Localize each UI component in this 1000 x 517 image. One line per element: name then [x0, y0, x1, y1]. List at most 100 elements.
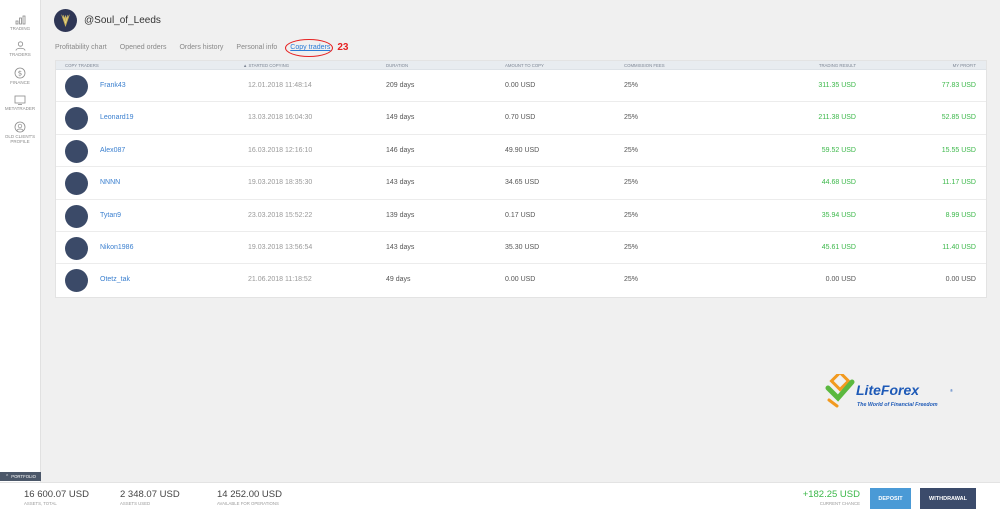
- amount-to-copy: 35.30 USD: [505, 243, 540, 251]
- amount-to-copy: 0.70 USD: [505, 114, 536, 122]
- my-profit: 11.40 USD: [942, 243, 976, 251]
- commission-fee: 25%: [624, 243, 639, 251]
- sidebar-item-metatrader[interactable]: METATRADER: [0, 93, 40, 111]
- trader-avatar[interactable]: [65, 269, 88, 293]
- amount-to-copy: 0.17 USD: [505, 211, 536, 219]
- started-copying: 23.03.2018 15:52:22: [248, 211, 313, 219]
- sidebar-item-old-profile[interactable]: OLD CLIENT'S PROFILE: [0, 119, 40, 144]
- trading-result: 45.61 USD: [821, 243, 856, 251]
- duration: 143 days: [386, 243, 415, 251]
- table-row[interactable]: Nikon1986 19.03.2018 13:56:54 143 days 3…: [56, 232, 986, 265]
- trader-name[interactable]: NNNN: [100, 179, 120, 186]
- available-label: AVAILABLE FOR OPERATIONS: [217, 501, 279, 506]
- tab-orders-history[interactable]: Orders history: [179, 44, 223, 51]
- column-header-commission[interactable]: COMMISSION FEES: [624, 63, 665, 68]
- sidebar-item-trading[interactable]: TRADING: [0, 13, 40, 31]
- logo-tagline: The World of Financial Freedom: [857, 402, 938, 408]
- logo-registered-mark: ®: [950, 388, 953, 393]
- tab-profitability-chart[interactable]: Profitability chart: [55, 44, 107, 51]
- portfolio-toggle[interactable]: ⌃ PORTFOLIO: [0, 472, 41, 481]
- trader-name[interactable]: Leonard19: [100, 114, 133, 121]
- my-profit: 52.85 USD: [941, 114, 976, 122]
- trader-avatar[interactable]: [65, 75, 88, 98]
- table-row[interactable]: Leonard19 13.03.2018 16:04:30 149 days 0…: [56, 102, 986, 135]
- traders-icon: [15, 41, 25, 51]
- amount-to-copy: 34.65 USD: [505, 179, 540, 187]
- trader-avatar[interactable]: [65, 139, 88, 163]
- duration: 49 days: [386, 276, 411, 284]
- sidebar-item-label: OLD CLIENT'S PROFILE: [4, 134, 36, 144]
- column-header-started[interactable]: ▲ STARTED COPYING: [243, 63, 289, 68]
- started-copying: 16.03.2018 12:16:10: [248, 146, 313, 154]
- finance-icon: $: [14, 67, 26, 79]
- my-profit: 11.17 USD: [942, 179, 976, 187]
- duration: 209 days: [386, 82, 415, 89]
- stat-available: 14 252.00 USD AVAILABLE FOR OPERATIONS: [217, 489, 282, 506]
- table-row[interactable]: Tytan9 23.03.2018 15:52:22 139 days 0.17…: [56, 200, 986, 232]
- stat-current-change: +182.25 USD CURRENT CHANCE: [803, 489, 860, 506]
- available-value: 14 252.00 USD: [217, 489, 282, 500]
- trader-emblem-icon: [61, 14, 70, 27]
- sidebar: TRADING TRADERS $ FINANCE METATRADER OLD…: [0, 0, 41, 482]
- table-row[interactable]: Otetz_tak 21.06.2018 11:18:52 49 days 0.…: [56, 264, 986, 296]
- commission-fee: 25%: [624, 211, 639, 219]
- trading-result: 211.38 USD: [818, 114, 856, 122]
- column-header-profit[interactable]: MY PROFIT: [953, 63, 976, 68]
- username: @Soul_of_Leeds: [84, 15, 161, 26]
- started-copying: 19.03.2018 18:35:30: [248, 179, 313, 187]
- column-header-result[interactable]: TRADING RESULT: [819, 63, 856, 68]
- chart-icon: [15, 15, 25, 25]
- monitor-icon: [14, 95, 26, 105]
- sidebar-item-finance[interactable]: $ FINANCE: [0, 65, 40, 85]
- deposit-button[interactable]: DEPOSIT: [870, 488, 911, 509]
- tab-opened-orders[interactable]: Opened orders: [120, 44, 167, 51]
- duration: 143 days: [386, 179, 415, 187]
- table-row[interactable]: Alex087 16.03.2018 12:16:10 146 days 49.…: [56, 135, 986, 168]
- profile-header: @Soul_of_Leeds: [54, 9, 161, 32]
- trader-avatar[interactable]: [65, 204, 88, 228]
- withdrawal-button[interactable]: WITHDRAWAL: [920, 488, 976, 509]
- trader-name[interactable]: Tytan9: [100, 212, 121, 219]
- trader-avatar[interactable]: [65, 107, 88, 131]
- amount-to-copy: 49.90 USD: [505, 146, 540, 154]
- trader-avatar[interactable]: [65, 172, 88, 196]
- sidebar-item-traders[interactable]: TRADERS: [0, 39, 40, 57]
- trader-name[interactable]: Otetz_tak: [100, 276, 130, 283]
- copy-traders-table: COPY TRADERS ▲ STARTED COPYING DURATION …: [55, 60, 987, 298]
- trader-name[interactable]: Nikon1986: [100, 244, 133, 251]
- annotation-number: 23: [337, 42, 349, 53]
- assets-total-value: 16 600.07 USD: [24, 489, 89, 500]
- trader-name[interactable]: Alex087: [100, 147, 125, 154]
- column-header-duration[interactable]: DURATION: [386, 63, 408, 68]
- trading-result: 35.94 USD: [821, 211, 856, 219]
- avatar[interactable]: [54, 9, 77, 32]
- commission-fee: 25%: [624, 276, 639, 284]
- current-change-value: +182.25 USD: [802, 489, 860, 500]
- stat-assets-total: 16 600.07 USD ASSETS, TOTAL: [24, 489, 89, 506]
- logo-mark-icon: [825, 374, 855, 408]
- amount-to-copy: 0.00 USD: [505, 82, 536, 89]
- trader-avatar[interactable]: [65, 236, 88, 260]
- profile-icon: [14, 121, 26, 133]
- table-row[interactable]: NNNN 19.03.2018 18:35:30 143 days 34.65 …: [56, 167, 986, 200]
- my-profit: 0.00 USD: [945, 276, 976, 284]
- current-change-label: CURRENT CHANCE: [819, 501, 860, 506]
- tab-copy-traders[interactable]: Copy traders: [285, 39, 334, 57]
- trading-result: 59.52 USD: [821, 146, 856, 154]
- column-header-trader: COPY TRADERS: [65, 63, 99, 68]
- duration: 149 days: [386, 114, 415, 122]
- started-copying: 12.01.2018 11:48:14: [248, 82, 312, 89]
- commission-fee: 25%: [624, 82, 639, 89]
- duration: 139 days: [386, 211, 415, 219]
- tab-personal-info[interactable]: Personal info: [236, 44, 277, 51]
- trading-result: 311.35 USD: [818, 82, 856, 89]
- assets-used-value: 2 348.07 USD: [120, 489, 180, 500]
- started-copying: 13.03.2018 16:04:30: [248, 114, 313, 122]
- trader-name[interactable]: Frank43: [100, 82, 126, 89]
- sidebar-item-label: TRADING: [9, 26, 31, 31]
- profile-tabs: Profitability chart Opened orders Orders…: [55, 39, 349, 57]
- table-row[interactable]: Frank43 12.01.2018 11:48:14 209 days 0.0…: [56, 70, 986, 103]
- trading-result: 44.68 USD: [821, 179, 856, 187]
- annotation-circle: [285, 39, 334, 57]
- column-header-amount[interactable]: AMOUNT TO COPY: [505, 63, 544, 68]
